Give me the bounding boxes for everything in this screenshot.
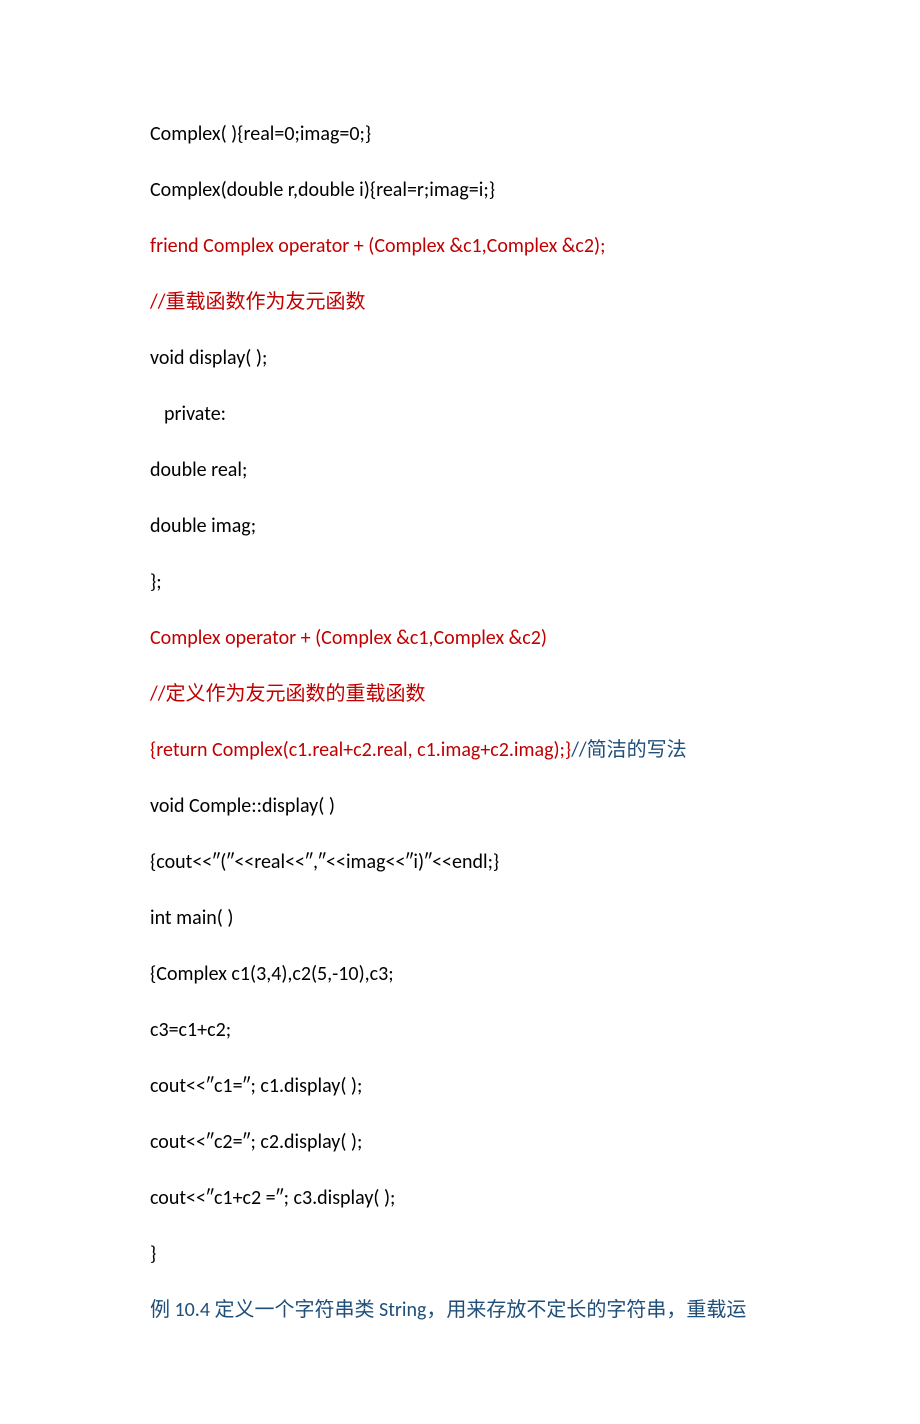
document-page: Complex( ){real=0;imag=0;} Complex(doubl… xyxy=(0,0,920,1424)
comment-text-cn: 重载函数作为友元函数 xyxy=(165,291,365,313)
code-line: {cout<<″(″<<real<<″,″<<imag<<″i)″<<endl;… xyxy=(150,848,770,876)
code-line: cout<<″c1+c2 =″; c3.display( ); xyxy=(150,1184,770,1212)
code-line: void Comple::display( ) xyxy=(150,792,770,820)
code-line: cout<<″c1=″; c1.display( ); xyxy=(150,1072,770,1100)
comment-prefix: // xyxy=(150,290,165,314)
code-line: int main( ) xyxy=(150,904,770,932)
code-line: }; xyxy=(150,568,770,596)
code-line: private: xyxy=(150,400,770,428)
code-text: {return Complex(c1.real+c2.real, c1.imag… xyxy=(150,738,571,762)
code-line: c3=c1+c2; xyxy=(150,1016,770,1044)
example-heading: 例 10.4 定义一个字符串类 String，用来存放不定长的字符串，重载运 xyxy=(150,1296,770,1324)
code-line: {return Complex(c1.real+c2.real, c1.imag… xyxy=(150,736,770,764)
code-line: double imag; xyxy=(150,512,770,540)
comment-line: //重载函数作为友元函数 xyxy=(150,288,770,316)
code-line: double real; xyxy=(150,456,770,484)
comment-prefix: // xyxy=(150,682,165,706)
comment-text-cn: 定义作为友元函数的重载函数 xyxy=(165,683,425,705)
text-cn: 定义一个字符串类 xyxy=(215,1299,375,1321)
code-line: {Complex c1(3,4),c2(5,-10),c3; xyxy=(150,960,770,988)
code-line: cout<<″c2=″; c2.display( ); xyxy=(150,1128,770,1156)
comment-prefix: // xyxy=(571,738,586,762)
text-cn: 例 xyxy=(150,1299,170,1321)
code-line: Complex(double r,double i){real=r;imag=i… xyxy=(150,176,770,204)
text-cn: ，用来存放不定长的字符串，重载运 xyxy=(426,1299,746,1321)
code-line: Complex( ){real=0;imag=0;} xyxy=(150,120,770,148)
comment-text-cn: 简洁的写法 xyxy=(587,739,687,761)
comment-line: //定义作为友元函数的重载函数 xyxy=(150,680,770,708)
code-line: Complex operator + (Complex &c1,Complex … xyxy=(150,624,770,652)
code-line: } xyxy=(150,1240,770,1268)
code-line: friend Complex operator + (Complex &c1,C… xyxy=(150,232,770,260)
code-line: void display( ); xyxy=(150,344,770,372)
